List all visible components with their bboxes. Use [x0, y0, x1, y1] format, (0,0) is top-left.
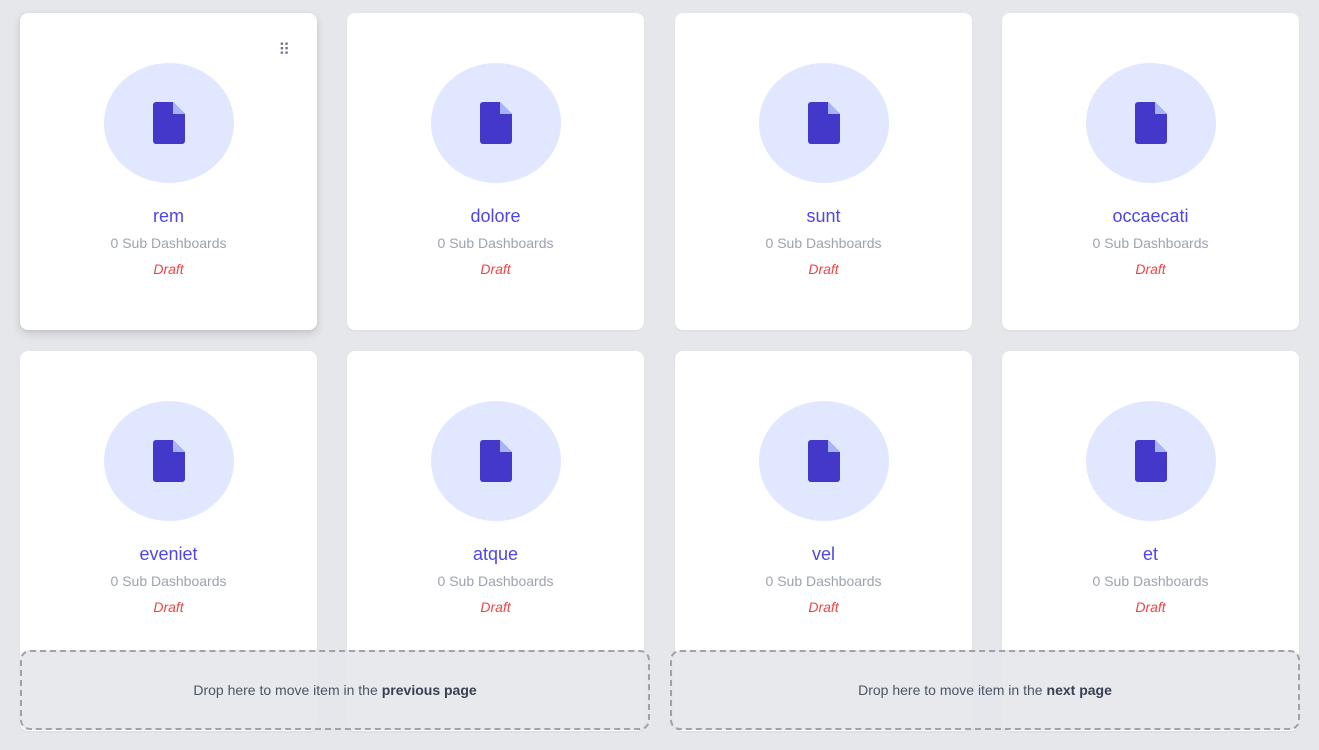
document-icon-circle	[430, 63, 561, 183]
drop-zone-text: Drop here to move item in the	[858, 682, 1043, 698]
card-title[interactable]: atque	[473, 544, 518, 564]
document-icon	[1134, 440, 1167, 482]
card-title[interactable]: eveniet	[139, 544, 197, 564]
card-title[interactable]: dolore	[470, 206, 520, 226]
card-subtitle: 0 Sub Dashboards	[110, 235, 227, 251]
card-subtitle: 0 Sub Dashboards	[110, 573, 227, 589]
document-icon-circle	[103, 63, 234, 183]
document-icon	[807, 102, 840, 144]
drop-zone-next-page[interactable]: Drop here to move item in the next page	[670, 650, 1300, 730]
status-label: Draft	[808, 261, 839, 277]
status-label: Draft	[808, 599, 839, 615]
dashboard-grid: ⠿ rem 0 Sub Dashboards Draft dolore 0 Su…	[0, 0, 1319, 750]
document-icon	[152, 440, 185, 482]
document-icon-circle	[430, 401, 561, 521]
card-subtitle: 0 Sub Dashboards	[1092, 235, 1209, 251]
dashboard-card[interactable]: ⠿ rem 0 Sub Dashboards Draft	[20, 13, 317, 330]
dashboard-card[interactable]: dolore 0 Sub Dashboards Draft	[347, 13, 644, 330]
card-title[interactable]: et	[1143, 544, 1158, 564]
drop-zone-text: Drop here to move item in the	[193, 682, 378, 698]
document-icon	[479, 102, 512, 144]
card-subtitle: 0 Sub Dashboards	[437, 235, 554, 251]
card-title[interactable]: vel	[812, 544, 835, 564]
document-icon-circle	[758, 401, 889, 521]
status-label: Draft	[1135, 261, 1166, 277]
status-label: Draft	[153, 599, 184, 615]
status-label: Draft	[153, 261, 184, 277]
document-icon	[479, 440, 512, 482]
card-subtitle: 0 Sub Dashboards	[765, 235, 882, 251]
card-title[interactable]: sunt	[806, 206, 840, 226]
document-icon	[807, 440, 840, 482]
card-title[interactable]: rem	[153, 206, 184, 226]
card-subtitle: 0 Sub Dashboards	[765, 573, 882, 589]
dashboard-grid-page: ⠿ rem 0 Sub Dashboards Draft dolore 0 Su…	[0, 0, 1319, 750]
dashboard-card[interactable]: occaecati 0 Sub Dashboards Draft	[1002, 13, 1299, 330]
drop-zone-previous-page[interactable]: Drop here to move item in the previous p…	[20, 650, 650, 730]
document-icon-circle	[1085, 401, 1216, 521]
document-icon-circle	[1085, 63, 1216, 183]
card-title[interactable]: occaecati	[1112, 206, 1188, 226]
document-icon-circle	[103, 401, 234, 521]
dashboard-card[interactable]: sunt 0 Sub Dashboards Draft	[675, 13, 972, 330]
card-subtitle: 0 Sub Dashboards	[1092, 573, 1209, 589]
document-icon	[152, 102, 185, 144]
status-label: Draft	[480, 261, 511, 277]
card-subtitle: 0 Sub Dashboards	[437, 573, 554, 589]
status-label: Draft	[1135, 599, 1166, 615]
drag-handle-icon[interactable]: ⠿	[278, 43, 290, 59]
drop-zone-emphasis: previous page	[381, 682, 477, 698]
status-label: Draft	[480, 599, 511, 615]
document-icon-circle	[758, 63, 889, 183]
document-icon	[1134, 102, 1167, 144]
drop-zone-emphasis: next page	[1046, 682, 1112, 698]
